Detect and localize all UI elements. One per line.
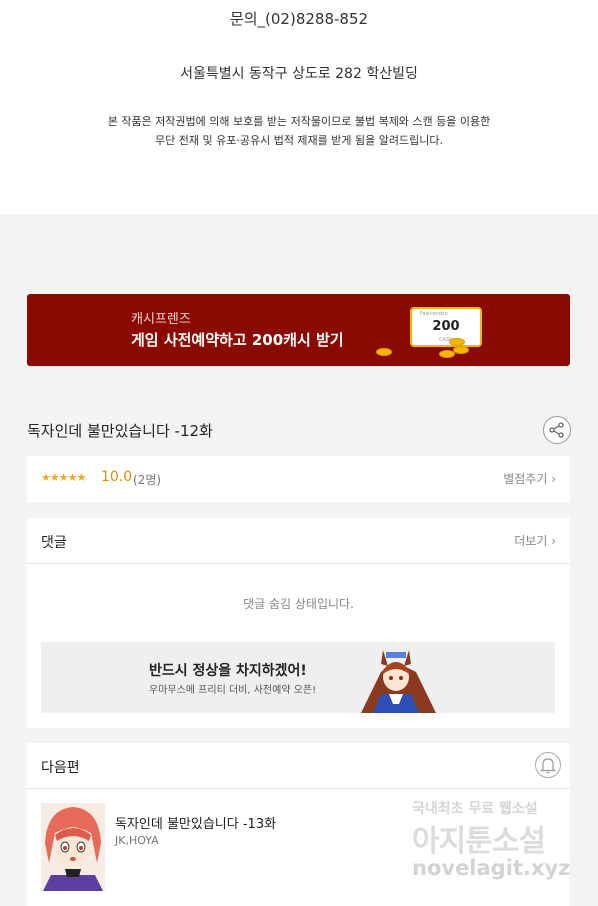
comments-section: 댓글 더보기 › 댓글 숨김 상태입니다. 반드시 정상을 차지하겠어! 우마무…	[27, 518, 570, 728]
coin-icon	[449, 338, 465, 346]
game-ad-banner[interactable]: 반드시 정상을 차지하겠어! 우마무스메 프리티 더비, 사전예약 오픈!	[41, 642, 555, 713]
rating-card: ★★★★★ 10.0 (2명) 별점주기 ›	[27, 456, 570, 502]
next-episode-thumbnail[interactable]	[41, 803, 105, 891]
comments-hidden-message: 댓글 숨김 상태입니다.	[243, 597, 354, 611]
banner-headline: 게임 사전예약하고 200캐시 받기	[131, 331, 344, 349]
notice-line-2: 무단 전재 및 유포·공유시 법적 제재를 받게 됨을 알려드립니다.	[155, 134, 443, 147]
character-illustration	[361, 650, 436, 713]
footer-info: 문의_(02)8288-852 서울특별시 동작구 상도로 282 학산빌딩 본…	[0, 0, 598, 214]
copyright-notice: 본 작품은 저작권법에 의해 보호를 받는 저작물이므로 불법 복제와 스캔 등…	[0, 112, 598, 150]
next-episode-section: 다음편 독자인데 불만있습니다 -13화 JK,HOYA	[27, 743, 570, 906]
notification-button[interactable]	[535, 752, 561, 778]
cash-friends-banner[interactable]: 캐시프렌즈 게임 사전예약하고 200캐시 받기 Fashiondsn 200 …	[27, 294, 570, 366]
company-address: 서울특별시 동작구 상도로 282 학산빌딩	[180, 66, 418, 82]
cash-ticket-image: Fashiondsn 200 CASH	[410, 307, 482, 347]
next-episode-title[interactable]: 독자인데 불만있습니다 -13화	[115, 813, 276, 832]
coin-icon	[376, 348, 392, 356]
character-thumbnail-image	[41, 803, 105, 891]
rating-score: 10.0	[101, 469, 133, 485]
next-episode-author: JK,HOYA	[115, 834, 159, 847]
ticket-amount: 200	[432, 319, 460, 334]
divider	[27, 563, 570, 564]
banner-brand: 캐시프렌즈	[131, 312, 191, 327]
episode-title: 독자인데 불만있습니다 -12화	[27, 422, 213, 440]
divider	[27, 788, 570, 789]
notice-line-1: 본 작품은 저작권법에 의해 보호를 받는 저작물이므로 불법 복제와 스캔 등…	[107, 115, 491, 128]
ad-subtitle: 우마무스메 프리티 더비, 사전예약 오픈!	[149, 685, 317, 696]
rate-button[interactable]: 별점주기 ›	[503, 470, 556, 487]
share-button[interactable]	[543, 416, 571, 444]
next-header: 다음편	[41, 760, 80, 776]
bell-icon	[540, 758, 556, 774]
coin-icon	[453, 346, 469, 354]
comments-more-link[interactable]: 더보기 ›	[514, 532, 556, 549]
ad-title: 반드시 정상을 차지하겠어!	[149, 663, 307, 679]
rating-count: (2명)	[133, 473, 162, 487]
comments-header: 댓글	[41, 535, 67, 551]
coin-icon	[439, 350, 455, 358]
star-rating-icon: ★★★★★	[41, 471, 86, 484]
ticket-bottom-label: CASH	[439, 337, 453, 343]
share-icon	[549, 422, 564, 438]
ticket-top-label: Fashiondsn	[420, 311, 448, 317]
contact-phone: 문의_(02)8288-852	[229, 10, 369, 28]
